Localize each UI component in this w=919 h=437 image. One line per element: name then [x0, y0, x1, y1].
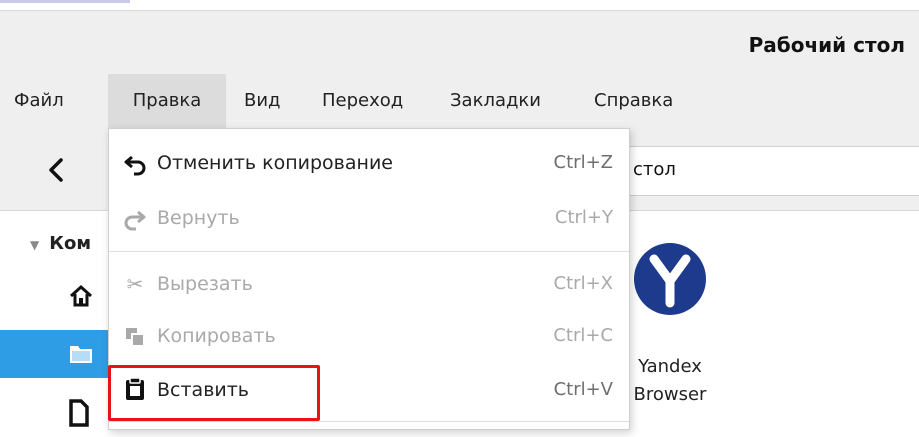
folder-icon [70, 346, 92, 363]
path-text: стол [633, 159, 676, 180]
document-icon [69, 399, 89, 427]
menu-help[interactable]: Справка [594, 74, 704, 128]
sidebar-item-home[interactable] [0, 271, 110, 319]
back-button[interactable] [36, 150, 76, 190]
collapse-triangle-icon: ▼ [30, 238, 40, 252]
menu-separator [109, 421, 629, 422]
menu-separator [109, 251, 629, 252]
tab-indicator [0, 0, 130, 3]
menu-item-copy[interactable]: Копировать Ctrl+C [109, 313, 629, 361]
top-strip [0, 0, 919, 10]
menu-bookmarks[interactable]: Закладки [450, 74, 570, 128]
menu-view[interactable]: Вид [244, 74, 294, 128]
sidebar-item-desktop[interactable] [0, 330, 110, 378]
menu-go[interactable]: Переход [322, 74, 432, 128]
undo-icon [124, 155, 146, 176]
yandex-browser-label: Yandex Browser [633, 356, 707, 405]
title-bar: Рабочий стол [0, 10, 919, 75]
yandex-browser-icon [634, 243, 706, 315]
sidebar-header-computer[interactable]: ▼ Ком [30, 233, 91, 254]
redo-icon [124, 210, 146, 231]
menu-bar: Файл Правка Вид Переход Закладки Справка [0, 74, 919, 128]
desktop-content: Yandex Browser [600, 211, 919, 428]
scissors-icon: ✂ [126, 272, 144, 296]
menu-edit[interactable]: Правка [108, 74, 226, 128]
chevron-left-icon [49, 158, 63, 182]
menu-item-cut[interactable]: ✂ Вырезать Ctrl+X [109, 261, 629, 309]
menu-file[interactable]: Файл [14, 74, 94, 128]
sidebar-item-documents[interactable] [0, 389, 110, 437]
menu-item-redo[interactable]: Вернуть Ctrl+Y [109, 195, 629, 243]
sidebar: ▼ Ком [0, 211, 110, 428]
paste-highlight-annotation [108, 365, 320, 421]
window-title: Рабочий стол [748, 33, 905, 57]
home-icon [69, 284, 93, 307]
copy-icon [126, 328, 145, 347]
menu-item-undo-copy[interactable]: Отменить копирование Ctrl+Z [109, 140, 629, 188]
